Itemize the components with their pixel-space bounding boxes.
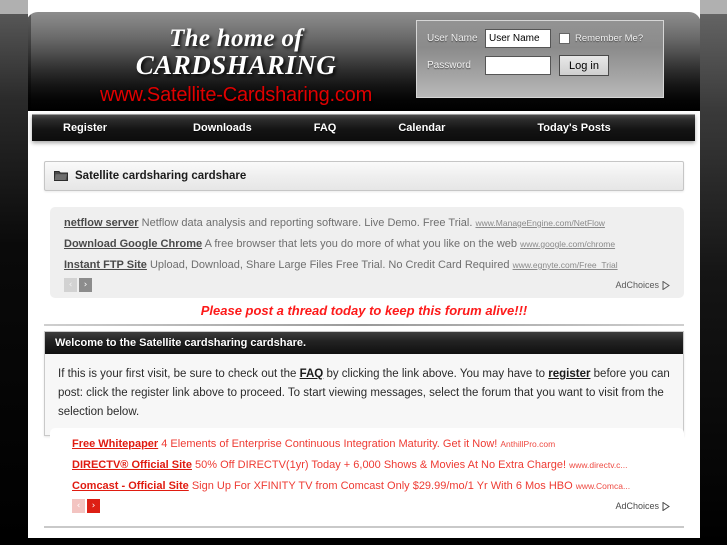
forum-title-text: Satellite cardsharing cardshare (75, 170, 247, 182)
nav-item-todays-posts[interactable]: Today's Posts (537, 122, 610, 134)
page-frame-left-top-gap (0, 0, 28, 14)
password-label: Password (427, 60, 471, 71)
remember-me-checkbox[interactable] (559, 33, 570, 44)
announcement-divider (44, 324, 684, 326)
ad-url[interactable]: www.egnyte.com/Free_Trial (513, 260, 618, 270)
site-header: The home of CARDSHARING www.Satellite-Ca… (26, 12, 701, 111)
main-content: Satellite cardsharing cardshare netflow … (28, 141, 700, 538)
welcome-panel-heading: Welcome to the Satellite cardsharing car… (45, 332, 683, 354)
ad-item[interactable]: Instant FTP Site Upload, Download, Share… (64, 257, 670, 273)
adchoices-label: AdChoices (615, 501, 659, 511)
ad-url[interactable]: www.google.com/chrome (520, 239, 615, 249)
password-input[interactable] (485, 56, 551, 75)
ad-footer: ‹ › AdChoices (72, 499, 670, 513)
ad-prev-arrow-icon[interactable]: ‹ (72, 499, 85, 513)
login-row-username: User Name Remember Me? (427, 29, 653, 48)
nav-item-downloads[interactable]: Downloads (193, 122, 252, 134)
page-frame-right-top-gap (700, 0, 727, 14)
ad-url[interactable]: www.Comca... (576, 481, 630, 491)
welcome-panel-body: If this is your first visit, be sure to … (45, 354, 683, 435)
banner-line-1: The home of (169, 25, 303, 52)
forum-title-bar[interactable]: Satellite cardsharing cardshare (44, 161, 684, 191)
welcome-faq-link[interactable]: FAQ (300, 368, 324, 380)
username-label: User Name (427, 33, 478, 44)
adchoices-link[interactable]: AdChoices (615, 280, 670, 290)
ad-item[interactable]: DIRECTV® Official Site 50% Off DIRECTV(1… (72, 457, 670, 473)
ad-description: A free browser that lets you do more of … (204, 238, 518, 250)
page-frame-bottom (0, 538, 727, 545)
adchoices-triangle-icon (662, 280, 670, 290)
ad-title[interactable]: netflow server (64, 217, 139, 229)
ad-item[interactable]: Comcast - Official Site Sign Up For XFIN… (72, 478, 670, 494)
ad-description: 4 Elements of Enterprise Continuous Inte… (161, 438, 498, 450)
content-bottom-divider (44, 526, 684, 528)
ad-description: Netflow data analysis and reporting soft… (141, 217, 473, 229)
ad-description: 50% Off DIRECTV(1yr) Today + 6,000 Shows… (195, 459, 567, 471)
ad-title[interactable]: DIRECTV® Official Site (72, 459, 192, 471)
site-banner-title: The home of CARDSHARING (26, 26, 446, 79)
ad-title[interactable]: Instant FTP Site (64, 259, 147, 271)
ad-url[interactable]: AnthillPro.com (500, 439, 555, 449)
ad-footer: ‹ › AdChoices (64, 278, 670, 292)
site-banner-url: www.Satellite-Cardsharing.com (99, 84, 373, 106)
welcome-text-part-2: by clicking the link above. You may have… (323, 368, 549, 380)
ad-block-top: netflow server Netflow data analysis and… (50, 207, 684, 298)
welcome-text-part-1: If this is your first visit, be sure to … (58, 368, 300, 380)
ad-item[interactable]: netflow server Netflow data analysis and… (64, 215, 670, 231)
ad-title[interactable]: Comcast - Official Site (72, 480, 189, 492)
ad-title[interactable]: Free Whitepaper (72, 438, 158, 450)
welcome-panel: Welcome to the Satellite cardsharing car… (44, 331, 684, 436)
banner-line-2: CARDSHARING (135, 49, 337, 80)
adchoices-triangle-icon (662, 501, 670, 511)
ad-prev-arrow-icon[interactable]: ‹ (64, 278, 77, 292)
remember-me-label: Remember Me? (575, 33, 644, 44)
page-root: The home of CARDSHARING www.Satellite-Ca… (0, 0, 727, 545)
nav-item-calendar[interactable]: Calendar (398, 122, 445, 134)
ad-description: Upload, Download, Share Large Files Free… (149, 259, 510, 271)
login-box: User Name Remember Me? Password Log in (416, 20, 664, 98)
page-frame-left (0, 0, 28, 545)
ad-item[interactable]: Free Whitepaper 4 Elements of Enterprise… (72, 436, 670, 452)
username-input[interactable] (485, 29, 551, 48)
nav-item-register[interactable]: Register (63, 122, 107, 134)
ad-title[interactable]: Download Google Chrome (64, 238, 202, 250)
folder-icon (54, 170, 68, 182)
adchoices-label: AdChoices (615, 280, 659, 290)
ad-item[interactable]: Download Google Chrome A free browser th… (64, 236, 670, 252)
welcome-register-link[interactable]: register (548, 368, 590, 380)
ad-description: Sign Up For XFINITY TV from Comcast Only… (191, 480, 573, 492)
login-button[interactable]: Log in (559, 55, 609, 76)
page-frame-right (700, 0, 727, 545)
main-navigation: Register Downloads FAQ Calendar Today's … (32, 114, 727, 141)
ad-url[interactable]: www.directv.c... (569, 460, 627, 470)
remember-me-group[interactable]: Remember Me? (559, 33, 643, 44)
ad-next-arrow-icon[interactable]: › (79, 278, 92, 292)
ad-block-bottom: Free Whitepaper 4 Elements of Enterprise… (50, 428, 684, 519)
ad-next-arrow-icon[interactable]: › (87, 499, 100, 513)
login-row-password: Password Log in (427, 55, 653, 76)
ad-pager: ‹ › (72, 499, 100, 513)
ad-url[interactable]: www.ManageEngine.com/NetFlow (475, 218, 604, 228)
forum-announcement: Please post a thread today to keep this … (200, 303, 528, 318)
nav-item-faq[interactable]: FAQ (314, 122, 337, 134)
adchoices-link[interactable]: AdChoices (615, 501, 670, 511)
ad-pager: ‹ › (64, 278, 92, 292)
